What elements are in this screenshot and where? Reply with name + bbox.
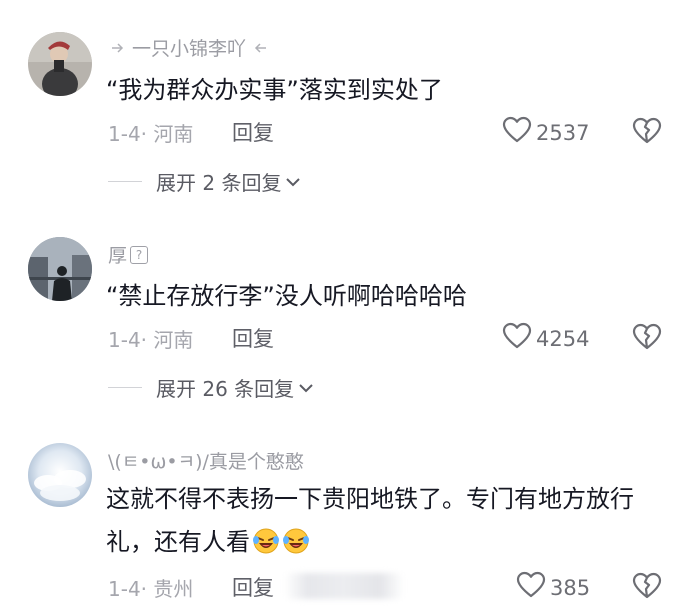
dislike-button[interactable] [632, 117, 662, 149]
comment-text: “禁止存放行李”没人听啊哈哈哈哈 [106, 282, 467, 310]
comment-text-body: 这就不得不表扬一下贵阳地铁了。专门有地方放行礼，还有人看 [106, 485, 634, 556]
broken-heart-icon [632, 117, 662, 144]
expand-replies-label: 展开 2 条回复 [156, 171, 282, 195]
comment-text: 这就不得不表扬一下贵阳地铁了。专门有地方放行礼，还有人看 [106, 478, 666, 564]
like-button[interactable]: 2537 [502, 116, 589, 149]
blurred-overlay [284, 573, 404, 599]
dislike-button[interactable] [632, 572, 662, 604]
reply-button[interactable]: 回复 [232, 117, 274, 147]
like-button[interactable]: 385 [516, 571, 590, 604]
comment-location: 贵州 [153, 577, 194, 601]
laugh-cry-emoji-icon [282, 526, 310, 554]
avatar[interactable] [28, 443, 92, 507]
expand-replies-button[interactable]: 展开 2 条回复 [108, 167, 301, 196]
username[interactable]: \(ㅌ•ω•ㅋ)/真是个憨憨 [108, 447, 304, 474]
like-button[interactable]: 4254 [502, 322, 589, 355]
comment-date: 1-4 [108, 122, 141, 146]
username-text: 厚 [108, 245, 128, 267]
heart-outline-icon [516, 571, 546, 604]
like-count: 385 [550, 575, 591, 600]
like-count: 4254 [536, 326, 590, 351]
avatar[interactable] [28, 237, 92, 301]
username-text: \(ㅌ•ω•ㅋ)/真是个憨憨 [108, 451, 304, 473]
comment-meta: 1-4· 河南 [108, 328, 194, 352]
expand-replies-button[interactable]: 展开 26 条回复 [108, 373, 314, 402]
username-text: 一只小锦李吖 [132, 38, 247, 60]
unknown-glyph-icon: ? [130, 245, 149, 264]
reply-button[interactable]: 回复 [232, 323, 274, 353]
hand-right-icon [248, 41, 268, 55]
comment-location: 河南 [153, 328, 194, 352]
dislike-button[interactable] [632, 323, 662, 355]
broken-heart-icon [632, 572, 662, 599]
comment-meta: 1-4· 河南 [108, 122, 194, 146]
expand-replies-label: 展开 26 条回复 [156, 377, 295, 401]
chevron-down-icon [285, 176, 301, 188]
heart-outline-icon [502, 322, 532, 355]
comment-meta: 1-4· 贵州 [108, 577, 194, 601]
comment-date: 1-4 [108, 328, 141, 352]
comment-date: 1-4 [108, 577, 141, 601]
like-count: 2537 [536, 120, 590, 145]
comment-text: “我为群众办实事”落实到实处了 [106, 76, 443, 104]
username[interactable]: 厚 ? [108, 241, 149, 268]
divider-line [108, 387, 142, 388]
laugh-cry-emoji-icon [252, 526, 280, 554]
chevron-down-icon [298, 382, 314, 394]
avatar[interactable] [28, 32, 92, 96]
reply-button[interactable]: 回复 [232, 572, 274, 602]
comment-location: 河南 [153, 122, 194, 146]
divider-line [108, 181, 142, 182]
heart-outline-icon [502, 116, 532, 149]
username[interactable]: 一只小锦李吖 [108, 34, 270, 61]
broken-heart-icon [632, 323, 662, 350]
hand-left-icon [110, 41, 130, 55]
